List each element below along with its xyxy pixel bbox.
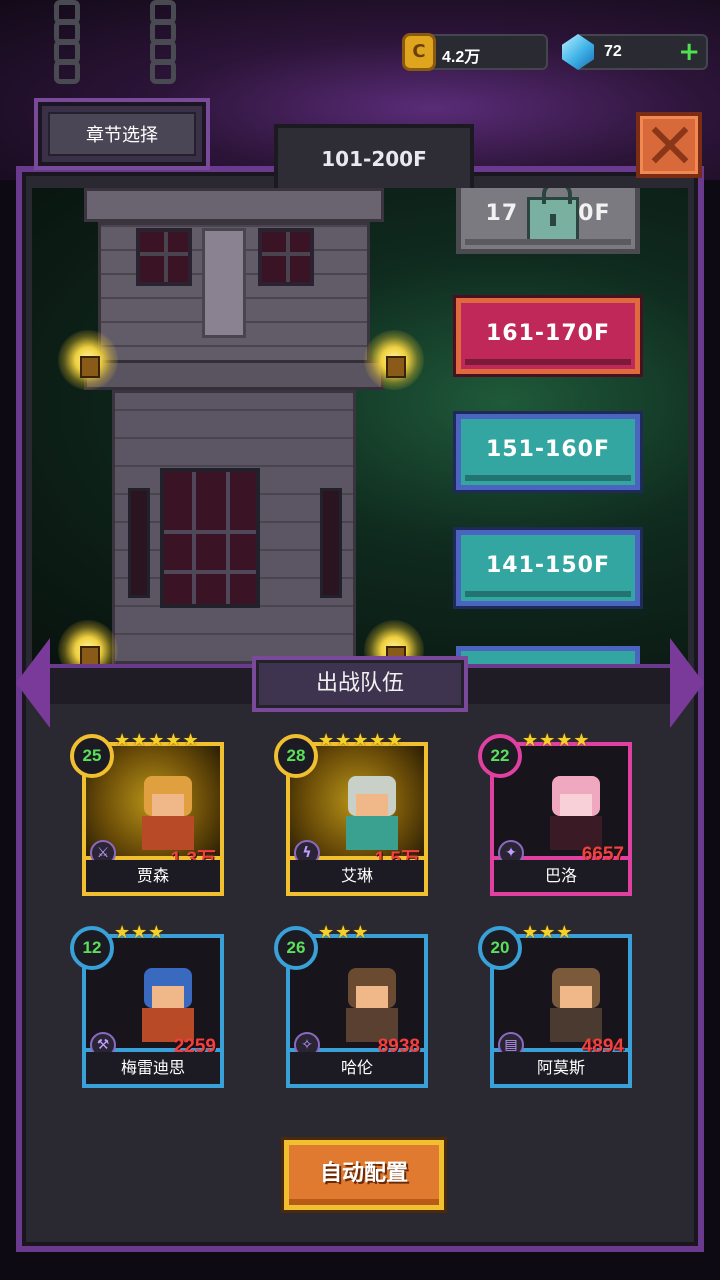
hero-stars: ★★★ [318,922,370,943]
hero-card[interactable]: 6657 ✦ 巴洛 22 ★★★★ [478,730,634,904]
coin-value: 4.2万 [442,49,481,66]
hero-level: 20 [478,926,522,970]
hero-stars: ★★★★★ [318,730,404,751]
floor-range-tab[interactable]: 101-200F [274,124,474,188]
hero-stars: ★★★ [522,922,574,943]
torch-icon [364,330,424,390]
coin-counter: C 4.2万 [402,33,548,71]
hero-name: 阿莫斯 [490,1052,632,1088]
floor-button-next[interactable] [456,646,640,664]
hero-card[interactable]: 1.3万 ⚔ 贾森 25 ★★★★★ [70,730,226,904]
hero-sprite [540,968,610,1046]
hero-level: 28 [274,734,318,778]
hero-name: 艾琳 [286,860,428,896]
coin-icon: C [402,33,436,71]
hero-card[interactable]: 2259 ⚒ 梅雷迪思 12 ★★★ [70,922,226,1096]
hero-card[interactable]: 1.5万 ϟ 艾琳 28 ★★★★★ [274,730,430,904]
hero-sprite [132,776,202,854]
tower-scene: 17 0F 161-170F 151-160F 141-150F [32,188,688,664]
chain-decoration [150,0,176,100]
hero-level: 12 [70,926,114,970]
gem-value: 72 [604,43,622,60]
plus-icon[interactable]: + [678,38,700,66]
hero-sprite [336,968,406,1046]
tower-illustration [84,188,384,664]
hero-name: 梅雷迪思 [82,1052,224,1088]
hero-card[interactable]: 8938 ✧ 哈伦 26 ★★★ [274,922,430,1096]
torch-icon [58,330,118,390]
hero-stars: ★★★★★ [114,730,200,751]
lock-icon [527,188,579,245]
auto-assign-button[interactable]: 自动配置 [284,1140,444,1210]
floor-button-151-160[interactable]: 151-160F [456,414,640,490]
hero-name: 巴洛 [490,860,632,896]
close-icon[interactable] [636,112,702,178]
floor-button-161-170[interactable]: 161-170F [456,298,640,374]
hero-sprite [336,776,406,854]
gem-counter: 72 + [562,34,708,70]
chapter-select-button[interactable]: 章节选择 [34,98,210,170]
team-title: 出战队伍 [252,656,468,712]
chain-decoration [54,0,80,100]
hero-sprite [132,968,202,1046]
floor-button-locked[interactable]: 17 0F [456,188,640,254]
hero-level: 26 [274,926,318,970]
hero-level: 25 [70,734,114,778]
hero-name: 贾森 [82,860,224,896]
hero-card[interactable]: 4894 ▤ 阿莫斯 20 ★★★ [478,922,634,1096]
hero-stars: ★★★ [114,922,166,943]
hero-level: 22 [478,734,522,778]
chapter-select-label: 章节选择 [48,112,196,156]
hero-name: 哈伦 [286,1052,428,1088]
floor-button-141-150[interactable]: 141-150F [456,530,640,606]
hero-sprite [540,776,610,854]
hero-stars: ★★★★ [522,730,591,751]
